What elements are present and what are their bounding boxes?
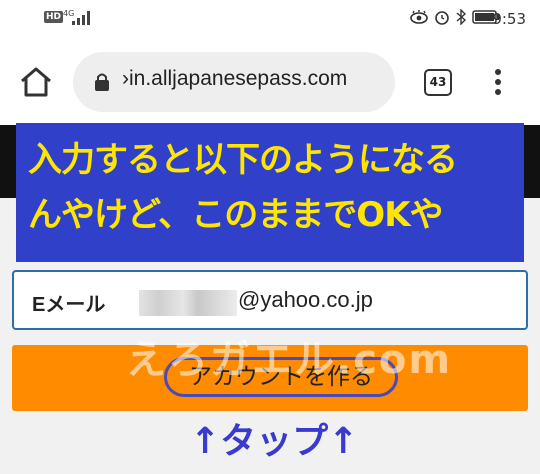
lock-icon — [95, 73, 109, 91]
browser-toolbar: ›in.alljapanesepass.com 43 — [0, 40, 540, 125]
annotation-line-2: んやけど、このままでOKや — [28, 195, 444, 235]
more-vert-icon[interactable] — [488, 66, 508, 98]
home-icon[interactable] — [18, 64, 54, 100]
status-icons — [410, 9, 500, 25]
hd-badge: HD — [44, 11, 64, 23]
alarm-icon — [435, 11, 449, 25]
url-text: ›in.alljapanesepass.com — [122, 67, 348, 90]
annotation-banner: 入力すると以下のようになる んやけど、このままでOKや — [16, 123, 524, 262]
tap-annotation: ↑タップ↑ — [190, 421, 359, 462]
email-field[interactable]: Eメール @yahoo.co.jp — [12, 270, 528, 330]
email-redacted — [139, 290, 237, 316]
address-bar[interactable]: ›in.alljapanesepass.com — [73, 52, 395, 112]
bluetooth-icon — [456, 9, 466, 25]
eye-comfort-icon — [410, 10, 428, 24]
create-account-button[interactable]: アカウントを作る — [12, 345, 528, 411]
create-account-label: アカウントを作る — [164, 357, 398, 397]
clock: 9:53 — [492, 10, 526, 28]
signal-icon — [72, 11, 90, 25]
email-label: Eメール — [32, 294, 106, 316]
tab-switcher-button[interactable]: 43 — [424, 69, 452, 96]
email-domain: @yahoo.co.jp — [238, 287, 373, 312]
annotation-line-1: 入力すると以下のようになる — [28, 140, 458, 180]
status-bar: HD 4G 9:53 — [0, 0, 540, 40]
